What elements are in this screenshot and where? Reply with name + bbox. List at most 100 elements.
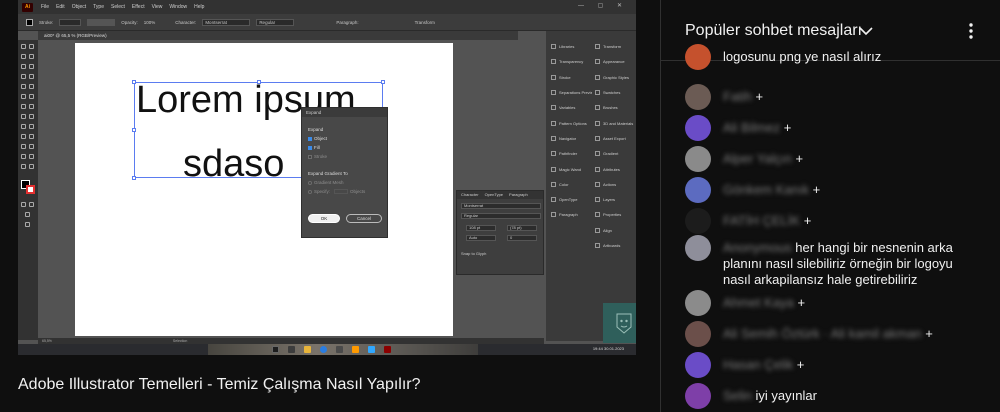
panel-icon xyxy=(551,74,556,80)
chat-message[interactable]: Anonymous her hangi bir nesnenin arka pla… xyxy=(685,235,985,287)
avatar[interactable] xyxy=(685,146,711,172)
panel-item-panels_right-10[interactable]: Layers xyxy=(592,192,636,207)
chat-message[interactable]: Fatih + xyxy=(685,84,985,110)
avatar[interactable] xyxy=(685,44,711,70)
gradient-mesh-radio[interactable] xyxy=(308,180,312,185)
avatar[interactable] xyxy=(685,383,711,409)
tracking-field[interactable]: 0 xyxy=(507,235,537,241)
illustrator-menubar: Ai File Edit Object Type Select Effect V… xyxy=(18,0,636,14)
panel-item-panels_right-6[interactable]: Asset Export xyxy=(592,131,636,146)
chevron-down-icon[interactable] xyxy=(859,25,873,37)
panel-item-panels_left-11[interactable]: Paragraph xyxy=(548,207,592,222)
chat-message[interactable]: Ali Bilmez + xyxy=(685,115,985,141)
magic-wand-tool-icon xyxy=(21,54,26,59)
panel-item-panels_left-6[interactable]: Navigator xyxy=(548,131,592,146)
paragraph-label: Paragraph: xyxy=(336,19,359,25)
panel-item-panels_right-3[interactable]: Swatches xyxy=(592,85,636,100)
avatar[interactable] xyxy=(685,352,711,378)
chat-message[interactable]: Ali Semih Öztürk · Ali kamil akman + xyxy=(685,321,985,347)
author-name[interactable]: Fatih xyxy=(723,89,752,104)
panel-item-panels_left-0[interactable]: Libraries xyxy=(548,39,592,54)
cancel-button[interactable]: Cancel xyxy=(346,214,382,223)
specify-radio-row[interactable]: Specify: Objects xyxy=(308,189,365,194)
tab-character[interactable]: Character xyxy=(461,191,479,199)
author-name[interactable]: Gönkem Kanık xyxy=(723,182,809,197)
panel-item-panels_left-8[interactable]: Magic Wand xyxy=(548,161,592,176)
panel-item-label: Pathfinder xyxy=(559,151,578,157)
font-size-field[interactable]: 108 pt xyxy=(466,225,496,231)
panel-item-panels_right-11[interactable]: Properties xyxy=(592,207,636,222)
stroke-checkbox-row[interactable]: Stroke xyxy=(308,154,327,159)
panel-item-panels_right-5[interactable]: 3D and Materials xyxy=(592,115,636,130)
specify-field[interactable] xyxy=(334,189,349,194)
fill-checkbox-row[interactable]: Fill xyxy=(308,145,320,150)
panel-item-panels_left-2[interactable]: Stroke xyxy=(548,70,592,85)
object-checkbox-row[interactable]: Object xyxy=(308,136,327,141)
style-field: Regular xyxy=(256,18,295,26)
character-font-field[interactable]: Montserrat xyxy=(461,203,541,209)
panel-item-panels_right-1[interactable]: Appearance xyxy=(592,54,636,69)
panel-item-label: Brushes xyxy=(603,105,618,111)
hand-tool-icon xyxy=(21,164,26,169)
avatar[interactable] xyxy=(685,321,711,347)
gradient-mesh-radio-row[interactable]: Gradient Mesh xyxy=(308,180,344,185)
panel-item-panels_left-3[interactable]: Separations Previe... xyxy=(548,85,592,100)
perspective-tool-icon xyxy=(21,124,26,129)
panel-item-panels_left-5[interactable]: Pattern Options xyxy=(548,115,592,130)
webcam-logo-thumbnail xyxy=(603,303,636,343)
leading-field[interactable]: (78 pt) xyxy=(507,225,537,231)
panel-item-panels_left-1[interactable]: Transparency xyxy=(548,54,592,69)
chat-message[interactable]: Selin iyi yayınlar xyxy=(685,383,985,409)
author-name[interactable]: Ali Semih Öztürk · Ali kamil akman xyxy=(723,326,922,341)
author-name[interactable]: FATİH ÇELİK xyxy=(723,213,800,228)
lasso-tool-icon xyxy=(29,54,34,59)
chat-message[interactable]: Gönkem Kanık + xyxy=(685,177,985,203)
panel-item-panels_right-9[interactable]: Actions xyxy=(592,177,636,192)
avatar[interactable] xyxy=(685,84,711,110)
panel-item-panels_left-10[interactable]: OpenType xyxy=(548,192,592,207)
chat-mode-selector[interactable]: Popüler sohbet mesajları xyxy=(685,22,862,40)
avatar[interactable] xyxy=(685,115,711,141)
avatar[interactable] xyxy=(685,177,711,203)
panel-icon xyxy=(551,120,556,126)
panel-item-panels_right-8[interactable]: Attributes xyxy=(592,161,636,176)
tab-opentype[interactable]: OpenType xyxy=(485,191,503,199)
taskbar-time: 19:44 xyxy=(592,346,603,351)
panel-item-panels_right-12[interactable]: Align xyxy=(592,223,636,238)
specify-radio[interactable] xyxy=(308,189,312,194)
author-name[interactable]: Alper Yalçın xyxy=(723,151,792,166)
avatar[interactable] xyxy=(685,290,711,316)
stroke-checkbox[interactable] xyxy=(308,154,312,159)
panel-item-panels_right-7[interactable]: Gradient xyxy=(592,146,636,161)
character-style-field[interactable]: Regular xyxy=(461,213,541,219)
panel-item-panels_right-0[interactable]: Transform xyxy=(592,39,636,54)
panel-item-panels_left-4[interactable]: Variables xyxy=(548,100,592,115)
panel-item-panels_left-7[interactable]: Pathfinder xyxy=(548,146,592,161)
author-name[interactable]: Ahmet Kaya xyxy=(723,295,794,310)
tab-paragraph[interactable]: Paragraph xyxy=(509,191,528,199)
more-options-icon[interactable] xyxy=(963,22,979,40)
object-checkbox[interactable] xyxy=(308,136,312,141)
author-name[interactable]: Hasan Çelik xyxy=(723,357,793,372)
author-name[interactable]: Anonymous xyxy=(723,240,792,255)
expand-section-label: Expand xyxy=(308,127,323,132)
panel-item-panels_right-2[interactable]: Graphic Styles xyxy=(592,70,636,85)
menu-view: View xyxy=(151,4,163,10)
avatar[interactable] xyxy=(685,235,711,261)
video-player[interactable]: Ai File Edit Object Type Select Effect V… xyxy=(18,0,636,355)
author-name[interactable]: Selin xyxy=(723,388,752,403)
chat-message[interactable]: FATİH ÇELİK + xyxy=(685,208,985,234)
panel-item-panels_left-9[interactable]: Color xyxy=(548,177,592,192)
chat-message[interactable]: Alper Yalçın + xyxy=(685,146,985,172)
avatar[interactable] xyxy=(685,208,711,234)
panel-item-panels_right-4[interactable]: Brushes xyxy=(592,100,636,115)
author-name[interactable]: Ali Bilmez xyxy=(723,120,780,135)
opacity-label: Opacity: xyxy=(121,19,138,25)
ok-button[interactable]: OK xyxy=(308,214,340,223)
panel-item-panels_right-13[interactable]: Artboards xyxy=(592,238,636,253)
chat-message[interactable]: Hasan Çelik + xyxy=(685,352,985,378)
kerning-field[interactable]: Auto xyxy=(466,235,496,241)
fill-checkbox[interactable] xyxy=(308,145,312,150)
chat-message[interactable]: Ahmet Kaya + xyxy=(685,290,985,316)
chat-message[interactable]: logosunu png ye nasıl alırız xyxy=(685,44,985,70)
